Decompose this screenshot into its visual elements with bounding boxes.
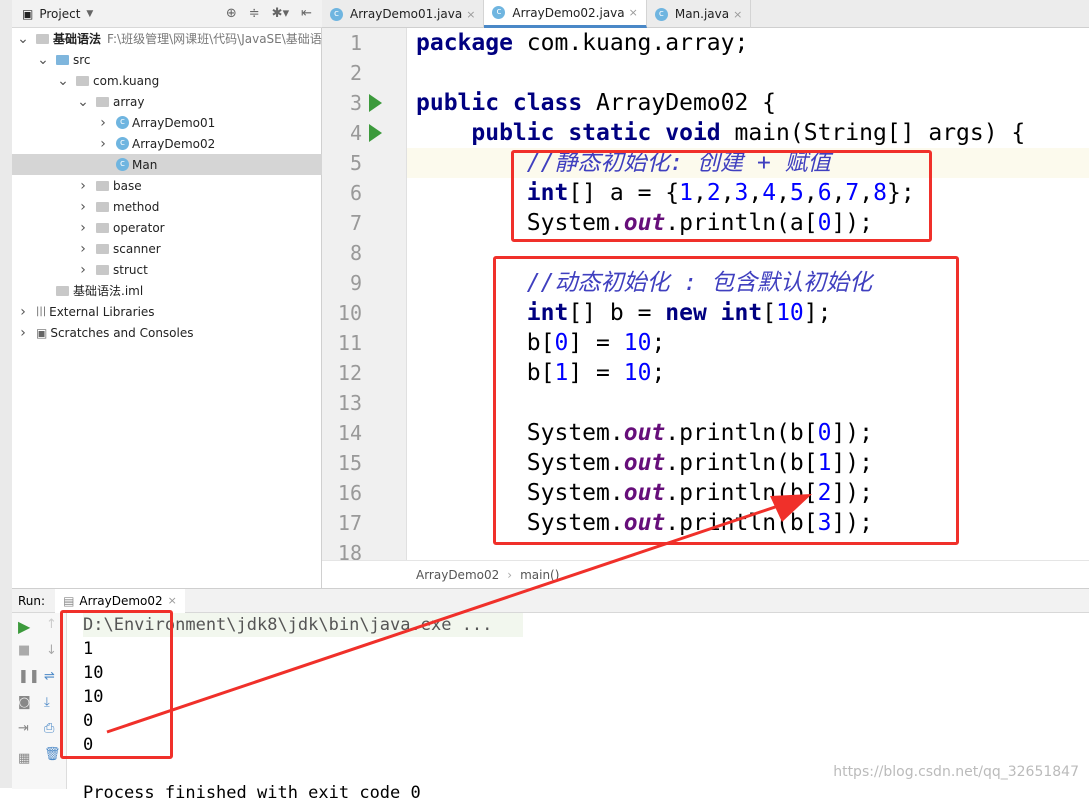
watermark: https://blog.csdn.net/qq_32651847	[833, 764, 1079, 780]
annotation-arrow	[106, 494, 812, 734]
